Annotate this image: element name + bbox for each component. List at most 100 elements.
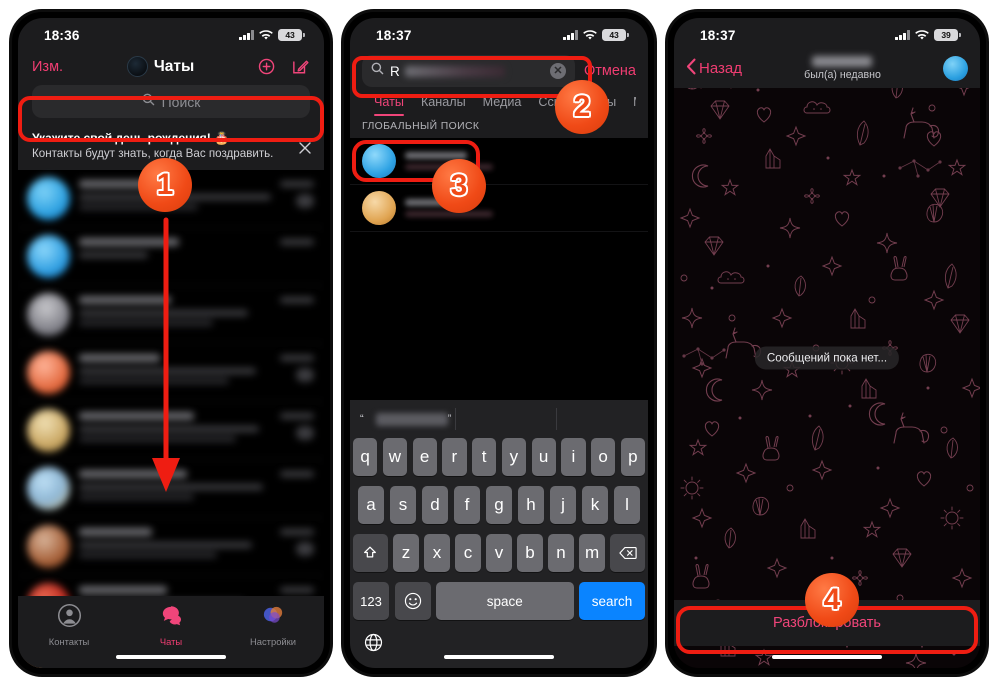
tab-bar: Контакты Чаты Настройки bbox=[18, 596, 324, 668]
key-f[interactable]: f bbox=[453, 486, 481, 524]
key-search-return[interactable]: search bbox=[579, 582, 645, 620]
shift-icon[interactable] bbox=[353, 534, 388, 572]
key-h[interactable]: h bbox=[517, 486, 545, 524]
tab-contacts[interactable]: Контакты bbox=[18, 603, 120, 647]
key-b[interactable]: b bbox=[517, 534, 543, 572]
birthday-banner-title: Укажите свой день рождения! 🎂 bbox=[32, 131, 230, 145]
key-l[interactable]: l bbox=[613, 486, 641, 524]
battery-icon: 43 bbox=[602, 28, 629, 42]
step-marker-3: 3 bbox=[432, 159, 486, 213]
key-m[interactable]: m bbox=[579, 534, 605, 572]
key-w[interactable]: w bbox=[382, 438, 407, 476]
tab-chats[interactable]: Чаты bbox=[120, 603, 222, 647]
compose-icon[interactable] bbox=[291, 57, 310, 76]
key-c[interactable]: c bbox=[455, 534, 481, 572]
cellular-bars-icon bbox=[563, 30, 578, 40]
keyboard-rows: q w e r t y u i o p a s d f g h j k l z … bbox=[350, 438, 648, 620]
tab-settings-label: Настройки bbox=[250, 636, 296, 647]
home-indicator bbox=[772, 654, 882, 659]
step-marker-1: 1 bbox=[138, 158, 192, 212]
key-j[interactable]: j bbox=[549, 486, 577, 524]
segment-music[interactable]: Му bbox=[633, 95, 636, 116]
search-input[interactable]: Поиск bbox=[32, 85, 310, 118]
step-marker-4: 4 bbox=[805, 573, 859, 627]
key-k[interactable]: k bbox=[581, 486, 609, 524]
key-s[interactable]: s bbox=[389, 486, 417, 524]
emoji-icon[interactable] bbox=[394, 582, 431, 620]
key-numbers[interactable]: 123 bbox=[353, 582, 389, 620]
keyboard-row-4: 123 space search bbox=[353, 582, 645, 620]
wifi-icon bbox=[583, 29, 597, 41]
table-row[interactable] bbox=[18, 518, 324, 576]
avatar bbox=[362, 191, 396, 225]
key-t[interactable]: t bbox=[472, 438, 497, 476]
clear-circle-icon[interactable]: ✕ bbox=[549, 63, 566, 79]
step-marker-2: 2 bbox=[555, 80, 609, 134]
key-space[interactable]: space bbox=[436, 582, 574, 620]
user-avatar-icon[interactable] bbox=[943, 56, 968, 81]
key-e[interactable]: e bbox=[412, 438, 437, 476]
globe-icon[interactable] bbox=[364, 633, 383, 657]
tab-chats-label: Чаты bbox=[159, 636, 183, 647]
search-query-redacted bbox=[404, 65, 505, 77]
account-avatar-icon[interactable] bbox=[126, 56, 148, 77]
key-u[interactable]: u bbox=[531, 438, 556, 476]
battery-level: 39 bbox=[941, 30, 951, 40]
status-indicators: 43 bbox=[563, 28, 629, 42]
search-placeholder: Поиск bbox=[161, 93, 201, 110]
page-title: Чаты bbox=[153, 57, 195, 75]
battery-icon: 43 bbox=[278, 28, 305, 42]
navbar-actions bbox=[258, 57, 310, 76]
back-button[interactable]: Назад bbox=[686, 58, 742, 79]
prediction-word[interactable] bbox=[375, 412, 448, 426]
battery-icon: 39 bbox=[934, 28, 961, 42]
key-o[interactable]: o bbox=[591, 438, 616, 476]
chat-contact-name-redacted bbox=[812, 56, 873, 67]
key-a[interactable]: a bbox=[357, 486, 385, 524]
cellular-bars-icon bbox=[239, 30, 254, 40]
segment-media[interactable]: Медиа bbox=[483, 95, 522, 116]
add-contact-icon[interactable] bbox=[258, 57, 277, 76]
back-button-label: Назад bbox=[699, 60, 742, 77]
segment-chats[interactable]: Чаты bbox=[374, 95, 404, 116]
quote-open: “ bbox=[360, 413, 364, 425]
key-v[interactable]: v bbox=[486, 534, 512, 572]
key-i[interactable]: i bbox=[561, 438, 586, 476]
list-item[interactable] bbox=[350, 185, 648, 232]
home-indicator bbox=[116, 654, 226, 659]
wifi-icon bbox=[915, 29, 929, 41]
key-g[interactable]: g bbox=[485, 486, 513, 524]
key-z[interactable]: z bbox=[393, 534, 419, 572]
backspace-icon[interactable] bbox=[610, 534, 645, 572]
key-p[interactable]: p bbox=[620, 438, 645, 476]
cancel-button[interactable]: Отмена bbox=[584, 63, 636, 79]
status-time: 18:37 bbox=[376, 27, 412, 43]
key-n[interactable]: n bbox=[548, 534, 574, 572]
battery-level: 43 bbox=[609, 30, 619, 40]
keyboard-row-2: a s d f g h j k l bbox=[353, 486, 645, 524]
swipe-down-arrow bbox=[152, 217, 180, 492]
key-x[interactable]: x bbox=[424, 534, 450, 572]
status-indicators: 39 bbox=[895, 28, 961, 42]
chats-icon bbox=[159, 603, 184, 633]
chat-title-group: был(а) недавно bbox=[742, 56, 943, 81]
chat-contact-status: был(а) недавно bbox=[804, 69, 881, 81]
key-r[interactable]: r bbox=[442, 438, 467, 476]
keyboard-row-3: z x c v b n m bbox=[353, 534, 645, 572]
tab-contacts-label: Контакты bbox=[48, 636, 90, 647]
tab-settings[interactable]: Настройки bbox=[222, 603, 324, 647]
key-d[interactable]: d bbox=[421, 486, 449, 524]
screen-chat-blocked: 18:37 39 Назад был(а) недавно Сообщений … bbox=[674, 18, 980, 668]
key-y[interactable]: y bbox=[501, 438, 526, 476]
segment-channels[interactable]: Каналы bbox=[421, 95, 466, 116]
search-input[interactable]: R ✕ bbox=[362, 55, 575, 87]
edit-button[interactable]: Изм. bbox=[32, 59, 63, 75]
close-icon[interactable] bbox=[298, 141, 312, 155]
battery-level: 43 bbox=[285, 30, 295, 40]
key-q[interactable]: q bbox=[353, 438, 378, 476]
search-row: R ✕ Отмена bbox=[362, 55, 636, 87]
chevron-left-icon bbox=[686, 58, 697, 79]
empty-chat-pill: Сообщений пока нет... bbox=[754, 346, 900, 370]
list-item[interactable] bbox=[350, 138, 648, 185]
search-icon bbox=[142, 93, 155, 111]
